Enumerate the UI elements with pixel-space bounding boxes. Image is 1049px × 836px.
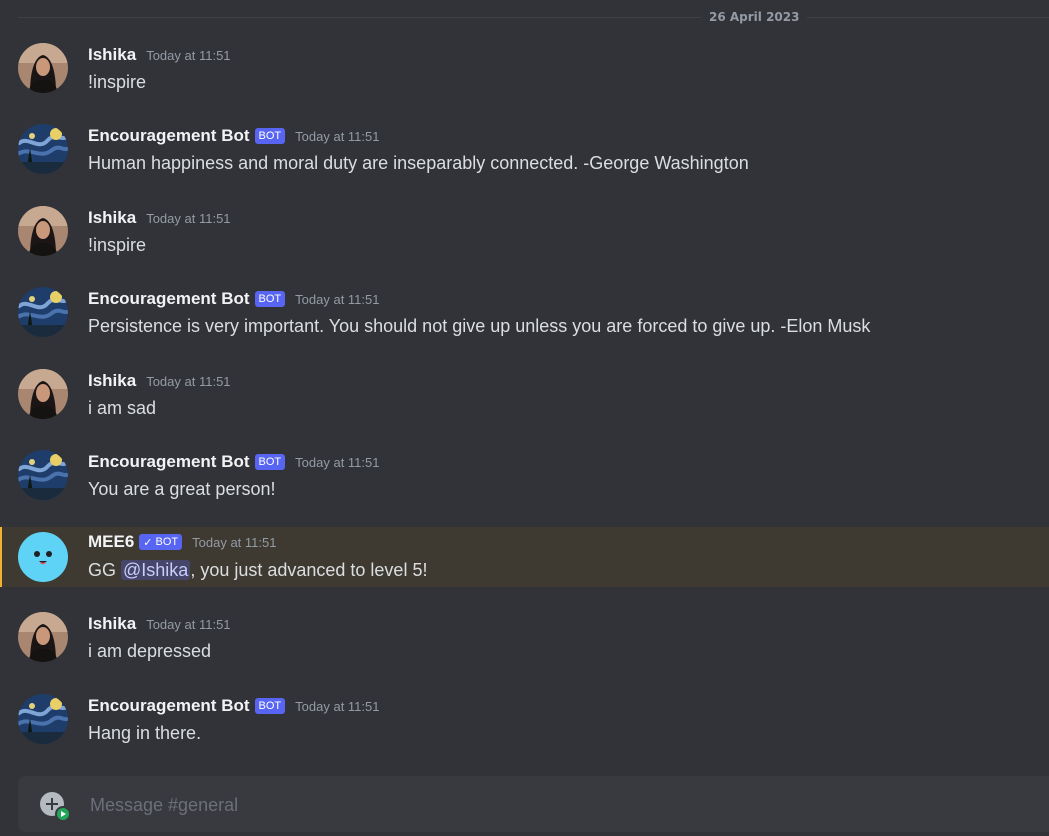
message-item-mention: MEE6 ✓ BOT Today at 11:51 GG @Ishika, yo… (0, 527, 1049, 587)
ishika-avatar[interactable] (18, 369, 68, 419)
message-header: MEE6 ✓ BOT Today at 11:51 (88, 530, 276, 554)
message-header: Ishika Today at 11:51 (88, 43, 231, 67)
message-header: Ishika Today at 11:51 (88, 612, 231, 636)
timestamp[interactable]: Today at 11:51 (146, 48, 230, 63)
message-content: You are a great person! (88, 479, 276, 499)
timestamp[interactable]: Today at 11:51 (295, 129, 379, 144)
message-item: Encouragement Bot BOT Today at 11:51 Hum… (0, 124, 1049, 204)
message-header: Ishika Today at 11:51 (88, 369, 231, 393)
bot-tag: BOT (254, 291, 286, 307)
username[interactable]: Encouragement Bot (88, 289, 250, 309)
username[interactable]: Encouragement Bot (88, 126, 250, 146)
message-item: Encouragement Bot BOT Today at 11:51 You… (0, 450, 1049, 530)
starry-night-avatar[interactable] (18, 287, 68, 337)
timestamp[interactable]: Today at 11:51 (295, 455, 379, 470)
message-content: !inspire (88, 235, 147, 255)
timestamp[interactable]: Today at 11:51 (146, 374, 230, 389)
message-item: Encouragement Bot BOT Today at 11:51 Per… (0, 287, 1049, 367)
timestamp[interactable]: Today at 11:51 (192, 535, 276, 550)
date-divider-label: 26 April 2023 (701, 9, 808, 25)
username[interactable]: Encouragement Bot (88, 696, 250, 716)
user-mention[interactable]: @Ishika (121, 560, 191, 580)
bot-tag-label: BOT (155, 536, 179, 548)
message-header: Encouragement Bot BOT Today at 11:51 (88, 287, 379, 311)
message-text: , you just advanced to level 5! (190, 560, 428, 580)
message-content: i am depressed (88, 641, 212, 661)
message-header: Encouragement Bot BOT Today at 11:51 (88, 124, 379, 148)
message-header: Ishika Today at 11:51 (88, 206, 231, 230)
ishika-avatar[interactable] (18, 43, 68, 93)
verified-bot-tag: ✓ BOT (139, 534, 183, 550)
username[interactable]: MEE6 (88, 532, 134, 552)
timestamp[interactable]: Today at 11:51 (295, 699, 379, 714)
ishika-avatar[interactable] (18, 206, 68, 256)
bot-tag: BOT (254, 698, 286, 714)
plus-vertical (51, 798, 53, 810)
username[interactable]: Ishika (88, 614, 136, 634)
message-content: Human happiness and moral duty are insep… (88, 153, 749, 173)
message-header: Encouragement Bot BOT Today at 11:51 (88, 450, 379, 474)
message-input[interactable] (88, 790, 992, 820)
username[interactable]: Ishika (88, 208, 136, 228)
message-item: Ishika Today at 11:51 i am depressed (0, 612, 1049, 692)
chat-view: 26 April 2023 Ishika Today at 11:51 !ins… (0, 0, 1049, 836)
timestamp[interactable]: Today at 11:51 (146, 211, 230, 226)
message-content: !inspire (88, 72, 147, 92)
message-item: Ishika Today at 11:51 i am sad (0, 369, 1049, 449)
play-badge-icon (55, 806, 71, 822)
username[interactable]: Encouragement Bot (88, 452, 250, 472)
starry-night-avatar[interactable] (18, 694, 68, 744)
bot-tag: BOT (254, 128, 286, 144)
ishika-avatar[interactable] (18, 612, 68, 662)
message-content: GG @Ishika, you just advanced to level 5… (88, 558, 427, 582)
message-item: Encouragement Bot BOT Today at 11:51 Han… (0, 694, 1049, 774)
message-content: Hang in there. (88, 723, 202, 743)
message-content: Persistence is very important. You shoul… (88, 316, 871, 336)
starry-night-avatar[interactable] (18, 124, 68, 174)
starry-night-avatar[interactable] (18, 450, 68, 500)
username[interactable]: Ishika (88, 45, 136, 65)
message-composer (18, 776, 1049, 832)
message-text: GG (88, 560, 122, 580)
timestamp[interactable]: Today at 11:51 (295, 292, 379, 307)
check-icon: ✓ (143, 536, 153, 549)
username[interactable]: Ishika (88, 371, 136, 391)
message-header: Encouragement Bot BOT Today at 11:51 (88, 694, 379, 718)
message-item: Ishika Today at 11:51 !inspire (0, 43, 1049, 123)
mee6-avatar[interactable] (18, 532, 68, 582)
message-item: Ishika Today at 11:51 !inspire (0, 206, 1049, 286)
bot-tag: BOT (254, 454, 286, 470)
date-divider (18, 17, 1049, 18)
message-content: i am sad (88, 398, 157, 418)
timestamp[interactable]: Today at 11:51 (146, 617, 230, 632)
